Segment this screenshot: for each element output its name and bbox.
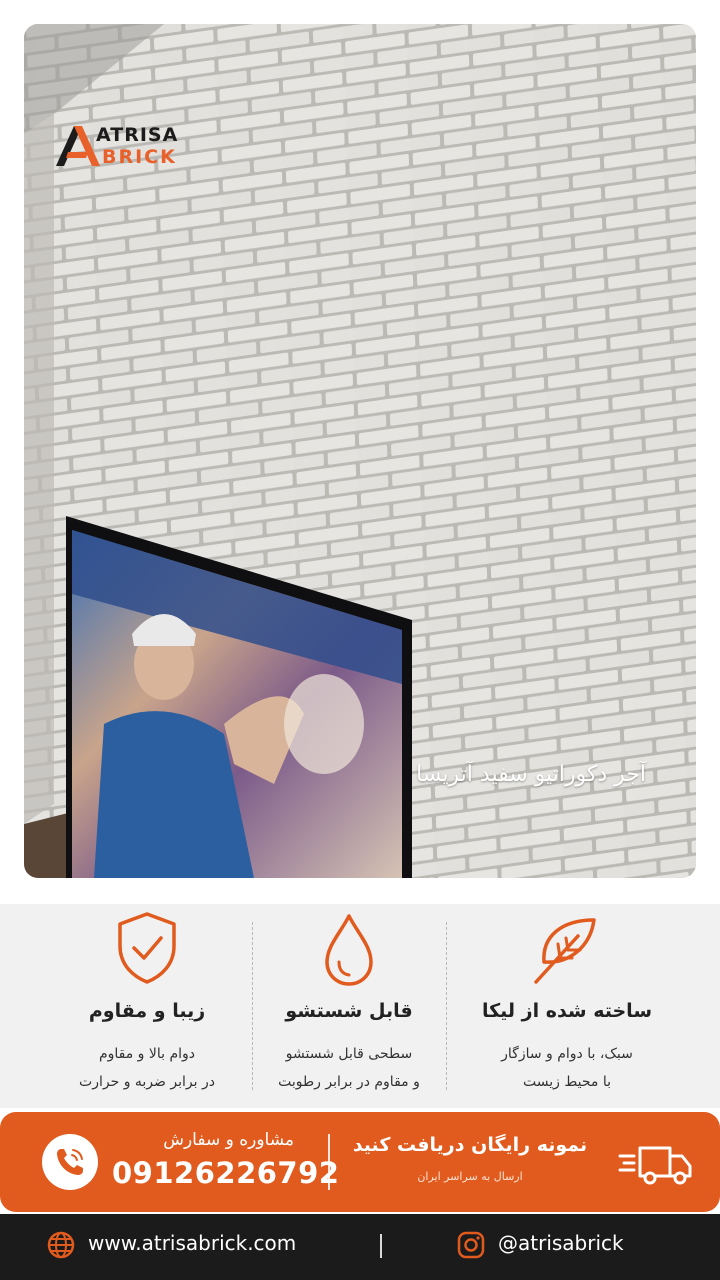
- globe-icon: [47, 1231, 75, 1259]
- brand-name-line2: BRICK: [102, 146, 177, 168]
- free-sample-title: نمونه رایگان دریافت کنید: [352, 1134, 588, 1156]
- feature-washable: قابل شستشو سطحی قابل شستشو و مقاوم در بر…: [252, 904, 446, 1108]
- water-drop-icon: [325, 914, 373, 986]
- feature-description: سطحی قابل شستشو و مقاوم در برابر رطوبت: [278, 1046, 420, 1090]
- feature-title: ساخته شده از لیکا: [481, 1000, 653, 1022]
- leaf-icon: [534, 918, 596, 984]
- brand-logo: ATRISA BRICK: [52, 120, 192, 174]
- phone-number-link[interactable]: 09126226792: [112, 1156, 339, 1190]
- logo-a-mark-icon: [56, 126, 100, 166]
- feature-divider: [252, 922, 253, 1090]
- feature-title: زیبا و مقاوم: [88, 1000, 206, 1022]
- footer-divider: [380, 1234, 382, 1258]
- footer-bar: www.atrisabrick.com @atrisabrick: [0, 1214, 720, 1280]
- feature-divider: [446, 922, 447, 1090]
- feature-title: قابل شستشو: [285, 1000, 413, 1022]
- delivery-truck-icon: [618, 1146, 692, 1185]
- hero-photo: ATRISA BRICK آجر دکوراتیو سفید آتریسا: [24, 24, 696, 878]
- phone-icon: [57, 1149, 83, 1175]
- instagram-handle-link[interactable]: @atrisabrick: [498, 1231, 624, 1255]
- features-section: ساخته شده از لیکا سبک، با دوام و سازگار …: [0, 904, 720, 1108]
- call-button[interactable]: [42, 1134, 98, 1190]
- brand-name-line1: ATRISA: [96, 124, 179, 146]
- contact-banner: مشاوره و سفارش 09126226792 نمونه رایگان …: [0, 1112, 720, 1212]
- banner-divider: [328, 1134, 330, 1190]
- website-link[interactable]: www.atrisabrick.com: [88, 1231, 296, 1255]
- feature-description: دوام بالا و مقاوم در برابر ضربه و حرارت: [79, 1046, 215, 1090]
- feature-durable: زیبا و مقاوم دوام بالا و مقاوم در برابر …: [50, 904, 244, 1108]
- feature-leca: ساخته شده از لیکا سبک، با دوام و سازگار …: [470, 904, 664, 1108]
- shield-check-icon: [118, 912, 176, 984]
- instagram-icon: [457, 1231, 485, 1259]
- hero-caption: آجر دکوراتیو سفید آتریسا: [416, 762, 646, 787]
- shipping-note: ارسال به سراسر ایران: [417, 1170, 523, 1183]
- consult-label: مشاوره و سفارش: [163, 1130, 294, 1150]
- feature-description: سبک، با دوام و سازگار با محیط زیست: [501, 1046, 633, 1090]
